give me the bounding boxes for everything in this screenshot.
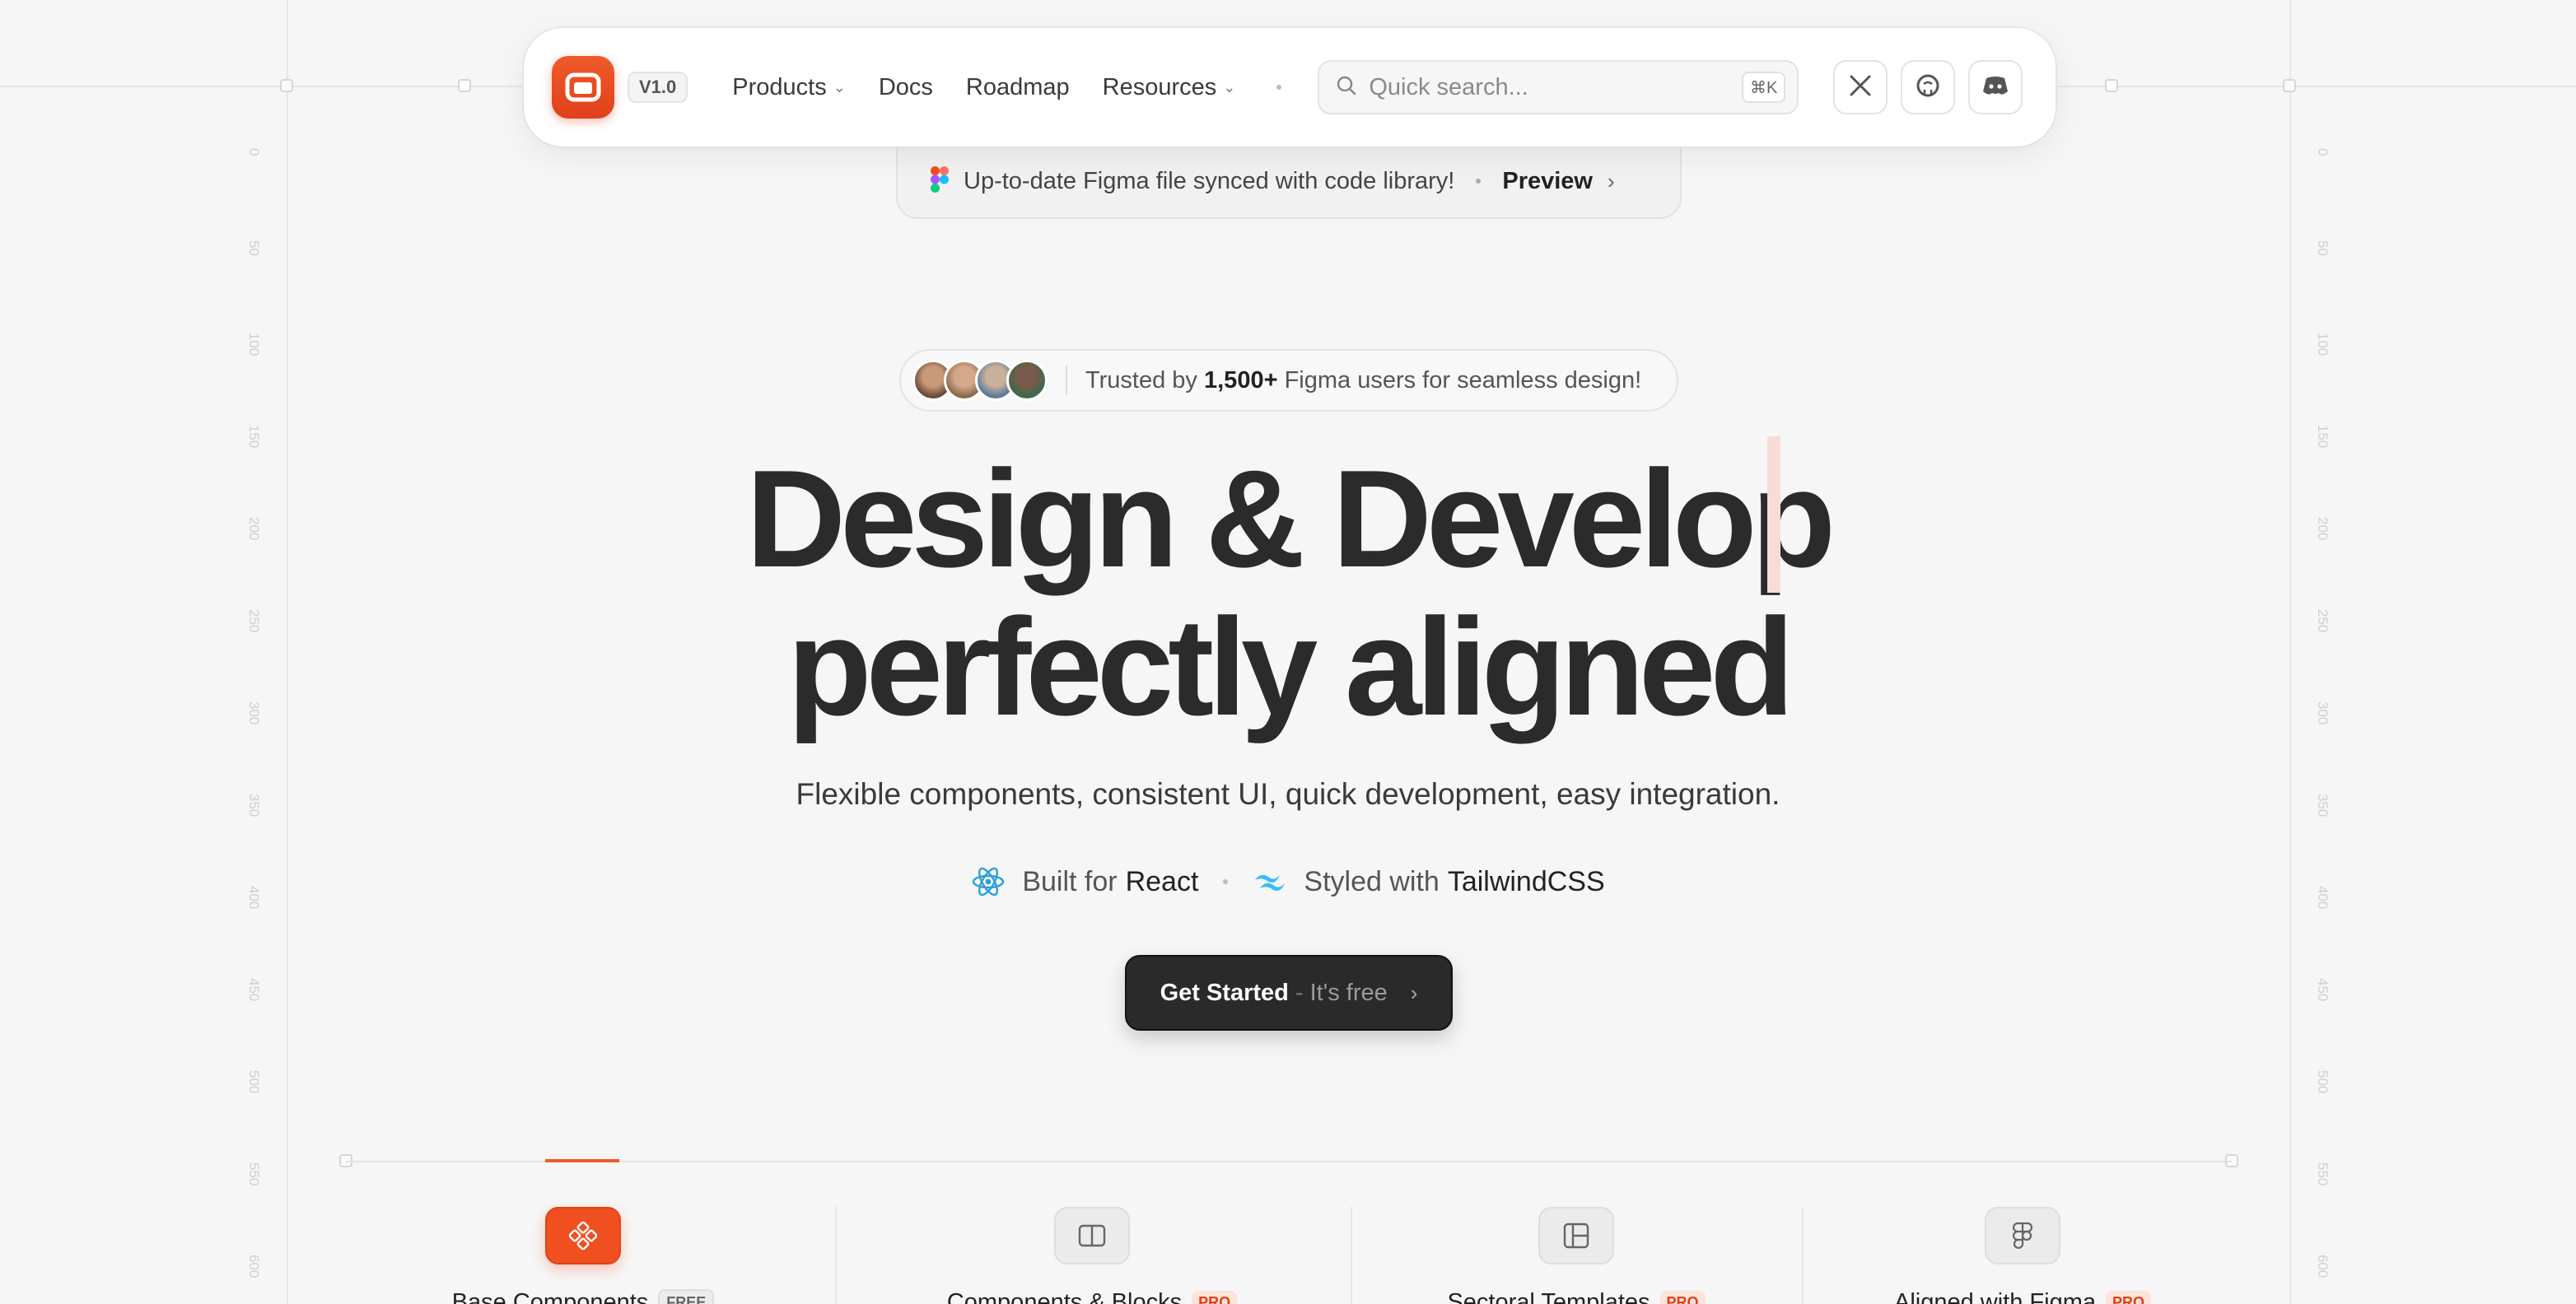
- chevron-right-icon: ›: [1410, 980, 1418, 1005]
- search-placeholder: Quick search...: [1369, 73, 1528, 100]
- tailwind-prefix: Styled with: [1304, 865, 1440, 897]
- figma-sync-banner: Up-to-date Figma file synced with code l…: [896, 145, 1682, 219]
- version-badge: V1.0: [628, 72, 688, 103]
- search-input[interactable]: Quick search... ⌘K: [1318, 60, 1799, 114]
- ruler-tick: 450: [246, 978, 262, 1002]
- feature-tab-base-components[interactable]: Base Components FREE: [428, 1207, 738, 1304]
- layout-icon: [1538, 1207, 1614, 1264]
- nav-docs[interactable]: Docs: [879, 74, 933, 101]
- feature-label: Sectoral Templates PRO: [1447, 1289, 1706, 1304]
- discord-social-button[interactable]: [1968, 60, 2023, 114]
- feature-separator: [1802, 1207, 1804, 1304]
- nav-separator: [1276, 85, 1282, 90]
- guide-node: [458, 79, 471, 92]
- feature-label: Components & Blocks PRO: [946, 1289, 1238, 1304]
- trusted-badge: Trusted by 1,500+ Figma users for seamle…: [899, 349, 1678, 412]
- ruler-tick: 550: [2315, 1162, 2331, 1186]
- nav-resources-label: Resources: [1102, 73, 1217, 100]
- logo-icon[interactable]: [552, 56, 614, 119]
- pro-badge: PRO: [1659, 1291, 1706, 1304]
- banner-text: Up-to-date Figma file synced with code l…: [964, 167, 1455, 194]
- x-social-button[interactable]: [1833, 60, 1888, 114]
- cta-sub-label: It's free: [1309, 979, 1388, 1006]
- avatar-group: [912, 360, 1048, 401]
- nav-products-label: Products: [732, 73, 827, 100]
- ruler-tick: 550: [246, 1162, 262, 1186]
- ruler-tick: 500: [246, 1070, 262, 1094]
- features-active-indicator: [545, 1159, 619, 1162]
- github-icon: [1916, 73, 1940, 102]
- guide-node: [280, 79, 293, 92]
- ruler-tick: 500: [2315, 1070, 2331, 1094]
- feature-title: Components & Blocks: [946, 1289, 1183, 1304]
- components-icon: [545, 1207, 621, 1264]
- ruler-tick: 0: [246, 148, 262, 156]
- trusted-suffix: Figma users for seamless design!: [1284, 366, 1642, 394]
- guide-node: [2105, 79, 2118, 92]
- react-prefix: Built for: [1022, 865, 1118, 897]
- ruler-tick: 100: [246, 333, 262, 356]
- feature-title: Base Components: [451, 1289, 649, 1304]
- figma-icon: [931, 165, 949, 197]
- nav-products[interactable]: Products ⌄: [732, 74, 846, 101]
- figma-outline-icon: [1985, 1207, 2060, 1264]
- trusted-count: 1,500+: [1204, 366, 1278, 394]
- x-icon: [1848, 73, 1873, 102]
- feature-separator: [835, 1207, 837, 1304]
- nav-links: Products ⌄ Docs Roadmap Resources ⌄: [732, 74, 1268, 101]
- ruler-tick: 0: [2315, 148, 2331, 156]
- trusted-separator: [1066, 366, 1067, 395]
- text-cursor: [1767, 436, 1780, 593]
- tailwind-label: TailwindCSS: [1447, 865, 1605, 897]
- feature-tab-aligned-figma[interactable]: Aligned with Figma PRO: [1868, 1207, 2177, 1304]
- ruler-tick: 50: [2315, 240, 2331, 256]
- banner-preview-link[interactable]: Preview: [1502, 168, 1593, 195]
- react-icon: [971, 864, 1006, 899]
- feature-label: Base Components FREE: [452, 1289, 715, 1304]
- react-label: React: [1125, 865, 1199, 897]
- ruler-tick: 100: [2315, 333, 2331, 356]
- ruler-tick: 600: [2315, 1255, 2331, 1278]
- feature-label: Aligned with Figma PRO: [1894, 1289, 2151, 1304]
- hero-subtitle: Flexible components, consistent UI, quic…: [796, 777, 1780, 811]
- feature-separator: [1351, 1207, 1352, 1304]
- columns-icon: [1054, 1207, 1130, 1264]
- trusted-prefix: Trusted by: [1085, 366, 1197, 394]
- guide-node: [2283, 79, 2296, 92]
- feature-title: Aligned with Figma: [1893, 1289, 2096, 1304]
- tailwind-icon: [1253, 870, 1287, 893]
- banner-separator: [1476, 179, 1482, 184]
- discord-icon: [1982, 75, 2009, 100]
- ruler-tick: 600: [246, 1255, 262, 1278]
- features-divider: [346, 1161, 2232, 1162]
- pro-badge: PRO: [1192, 1291, 1238, 1304]
- cta-dash: -: [1295, 979, 1304, 1006]
- tech-stack: Built for React Styled with TailwindCSS: [0, 864, 2576, 899]
- feature-tab-components-blocks[interactable]: Components & Blocks PRO: [926, 1207, 1258, 1304]
- social-links: [1820, 60, 2023, 114]
- trusted-text: Trusted by 1,500+ Figma users for seamle…: [1085, 367, 1641, 394]
- feature-tab-sectoral-templates[interactable]: Sectoral Templates PRO: [1416, 1207, 1736, 1304]
- tech-separator: [1223, 879, 1229, 884]
- chevron-down-icon: ⌄: [1223, 78, 1236, 95]
- ruler-tick: 50: [246, 240, 262, 256]
- free-badge: FREE: [658, 1289, 715, 1304]
- search-shortcut: ⌘K: [1742, 72, 1786, 103]
- chevron-down-icon: ⌄: [833, 78, 846, 95]
- nav-roadmap[interactable]: Roadmap: [966, 74, 1070, 101]
- hero-title-line-2: perfectly aligned: [786, 589, 1794, 744]
- get-started-button[interactable]: Get Started - It's free ›: [1125, 955, 1453, 1031]
- top-navbar: V1.0 Products ⌄ Docs Roadmap Resources ⌄…: [524, 28, 2056, 147]
- nav-resources[interactable]: Resources ⌄: [1103, 74, 1236, 101]
- ruler-tick: 450: [2315, 978, 2331, 1002]
- hero-title-line-1: Design & Develop: [745, 441, 1836, 596]
- search-icon: [1336, 75, 1357, 100]
- cta-main-label: Get Started: [1160, 979, 1289, 1006]
- pro-badge: PRO: [2105, 1291, 2151, 1304]
- github-social-button[interactable]: [1901, 60, 1956, 114]
- feature-title: Sectoral Templates: [1447, 1289, 1650, 1304]
- chevron-right-icon: ›: [1608, 168, 1615, 193]
- hero-title: Design & Develop perfectly aligned: [0, 445, 2576, 741]
- avatar: [1006, 360, 1048, 401]
